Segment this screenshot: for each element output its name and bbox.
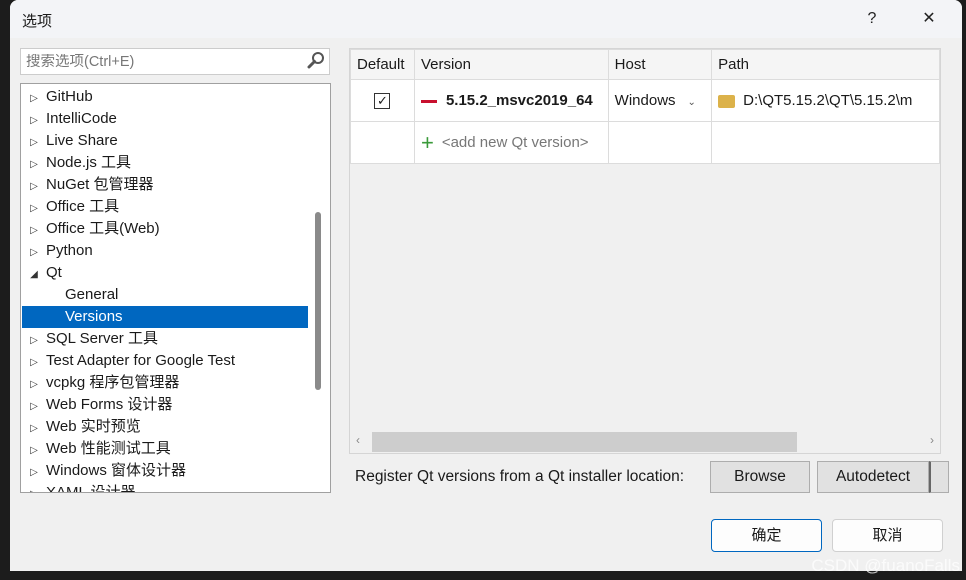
expand-arrow-icon[interactable]: ▷ xyxy=(22,396,46,418)
tree-item[interactable]: ▷ Windows 窗体设计器 xyxy=(22,460,308,482)
tree-item-label: SQL Server 工具 xyxy=(46,330,158,347)
browse-button[interactable]: Browse xyxy=(710,461,810,493)
tree-item[interactable]: ▷ Test Adapter for Google Test xyxy=(22,350,308,372)
table-row[interactable]: ✓ 5.15.2_msvc2019_64 Windows ⌄ D:\QT5.15.… xyxy=(350,79,940,122)
dialog-title: 选项 xyxy=(22,13,53,30)
add-version-link[interactable]: <add new Qt version> xyxy=(442,133,589,150)
options-tree: ▷XAML 设计器▷Windows 窗体设计器▷Web 性能测试工具▷Web 实… xyxy=(20,83,331,493)
expand-arrow-icon[interactable]: ▷ xyxy=(22,88,46,110)
tree-item-label: Office 工具 xyxy=(46,198,120,215)
header-version[interactable]: Version xyxy=(413,49,609,80)
remove-icon[interactable] xyxy=(420,99,437,103)
host-select[interactable]: Windows ⌄ xyxy=(607,79,713,122)
host-value: Windows xyxy=(614,92,676,109)
cancel-button[interactable]: 取消 xyxy=(832,519,943,552)
expand-arrow-icon[interactable]: ▷ xyxy=(22,352,46,374)
header-default[interactable]: Default xyxy=(350,49,415,80)
header-path[interactable]: Path xyxy=(711,49,940,80)
expand-arrow-icon[interactable]: ▷ xyxy=(22,110,46,132)
autodetect-button[interactable]: Autodetect xyxy=(817,461,929,493)
expand-arrow-icon[interactable]: ▷ xyxy=(22,176,46,198)
search-input[interactable] xyxy=(26,53,303,70)
version-name[interactable]: 5.15.2_msvc2019_64 xyxy=(446,92,593,109)
tree-item-label: Web 性能测试工具 xyxy=(46,440,171,457)
expand-arrow-icon[interactable]: ▷ xyxy=(22,484,46,492)
scroll-left-icon[interactable]: ‹ xyxy=(356,433,360,447)
tree-item-label: Web 实时预览 xyxy=(46,418,141,435)
header-host[interactable]: Host xyxy=(607,49,713,80)
tree-item[interactable]: ▷ GitHub xyxy=(22,86,308,108)
help-button[interactable]: ? xyxy=(857,6,887,32)
expand-arrow-icon[interactable]: ◢ xyxy=(22,264,46,286)
tree-scrollbar[interactable] xyxy=(315,212,321,390)
default-checkbox[interactable]: ✓ xyxy=(374,93,391,109)
folder-icon[interactable] xyxy=(718,94,736,108)
tree-item[interactable]: ▷ Web Forms 设计器 xyxy=(22,394,308,416)
tree-item[interactable]: ▷ Python xyxy=(22,240,308,262)
tree-item[interactable]: Versions xyxy=(22,306,308,328)
tree-item-label: Python xyxy=(46,242,93,259)
close-button[interactable]: ✕ xyxy=(914,6,944,32)
path-value[interactable]: D:\QT5.15.2\QT\5.15.2\m xyxy=(743,92,912,109)
more-button[interactable] xyxy=(929,461,949,493)
qt-versions-grid: Default Version Host Path ✓ 5.15.2_msvc2… xyxy=(349,48,941,454)
tree-item-label: NuGet 包管理器 xyxy=(46,176,154,193)
expand-arrow-icon[interactable]: ▷ xyxy=(22,440,46,462)
tree-item-label: Windows 窗体设计器 xyxy=(46,462,187,479)
expand-arrow-icon[interactable]: ▷ xyxy=(22,242,46,264)
tree-item-label: General xyxy=(65,286,119,303)
tree-item-label: vcpkg 程序包管理器 xyxy=(46,374,180,391)
register-label: Register Qt versions from a Qt installer… xyxy=(355,468,685,485)
expand-arrow-icon[interactable]: ▷ xyxy=(22,462,46,484)
tree-item[interactable]: ◢ Qt xyxy=(22,262,308,284)
tree-item-label: Web Forms 设计器 xyxy=(46,396,173,413)
search-box xyxy=(20,48,330,75)
chevron-down-icon: ⌄ xyxy=(687,97,696,108)
watermark: CSDN @fuanoFalls xyxy=(811,556,960,575)
expand-arrow-icon[interactable]: ▷ xyxy=(22,132,46,154)
tree-item[interactable]: ▷ Web 实时预览 xyxy=(22,416,308,438)
title-bar: 选项 ? ✕ xyxy=(10,0,962,38)
expand-arrow-icon[interactable]: ▷ xyxy=(22,330,46,352)
tree-item[interactable]: ▷ NuGet 包管理器 xyxy=(22,174,308,196)
scroll-thumb[interactable] xyxy=(372,432,797,452)
tree-item-label: XAML 设计器 xyxy=(46,484,136,493)
tree-item-label: Test Adapter for Google Test xyxy=(46,352,236,369)
tree-item[interactable]: General xyxy=(22,284,308,306)
tree-item-label: Qt xyxy=(46,264,62,281)
tree-item-label: Live Share xyxy=(46,132,118,149)
expand-arrow-icon[interactable]: ▷ xyxy=(22,418,46,440)
add-icon[interactable]: + xyxy=(421,130,434,155)
options-dialog: 选项 ? ✕ ▷XAML 设计器▷Windows 窗体设计器▷Web 性能测试工… xyxy=(10,0,962,571)
tree-item[interactable]: ▷ vcpkg 程序包管理器 xyxy=(22,372,308,394)
scroll-right-icon[interactable]: › xyxy=(930,433,934,447)
expand-arrow-icon[interactable]: ▷ xyxy=(22,154,46,176)
tree-item[interactable]: ▷ Office 工具 xyxy=(22,196,308,218)
search-icon[interactable] xyxy=(303,51,329,73)
add-row[interactable]: + <add new Qt version> xyxy=(350,121,940,164)
tree-item[interactable]: ▷ IntelliCode xyxy=(22,108,308,130)
expand-arrow-icon[interactable]: ▷ xyxy=(22,198,46,220)
tree-item[interactable]: ▷ Web 性能测试工具 xyxy=(22,438,308,460)
tree-item-label: Versions xyxy=(65,308,123,325)
expand-arrow-icon[interactable]: ▷ xyxy=(22,220,46,242)
tree-item[interactable]: ▷ Node.js 工具 xyxy=(22,152,308,174)
tree-item-label: Office 工具(Web) xyxy=(46,220,160,237)
tree-item-label: GitHub xyxy=(46,88,93,105)
tree-item-label: IntelliCode xyxy=(46,110,117,127)
tree-item[interactable]: ▷ Live Share xyxy=(22,130,308,152)
tree-item-label: Node.js 工具 xyxy=(46,154,132,171)
expand-arrow-icon[interactable]: ▷ xyxy=(22,374,46,396)
horizontal-scrollbar[interactable]: ‹ › xyxy=(350,431,940,453)
tree-item[interactable]: ▷ Office 工具(Web) xyxy=(22,218,308,240)
tree-item[interactable]: ▷XAML 设计器 xyxy=(22,482,308,493)
ok-button[interactable]: 确定 xyxy=(711,519,822,552)
tree-item[interactable]: ▷ SQL Server 工具 xyxy=(22,328,308,350)
